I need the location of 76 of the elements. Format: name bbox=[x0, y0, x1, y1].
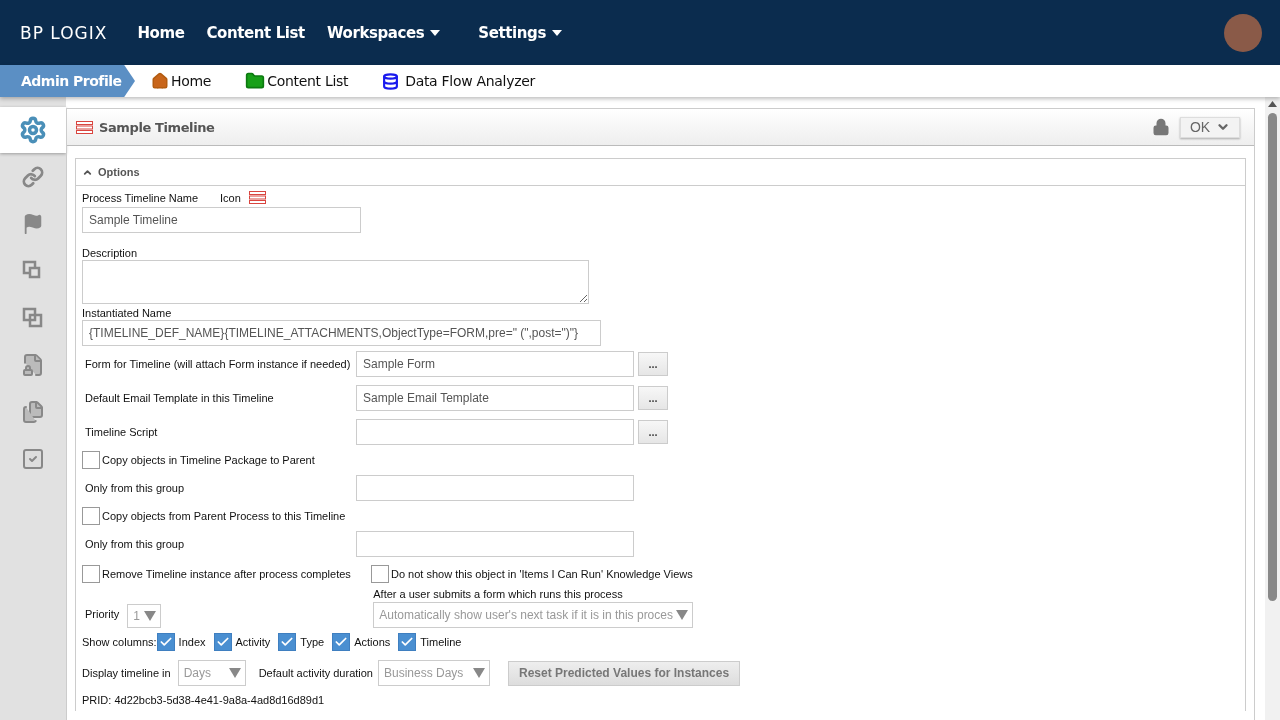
field-label: Process Timeline Name bbox=[82, 191, 200, 204]
settings-icon[interactable] bbox=[19, 116, 47, 144]
checked-document-icon[interactable] bbox=[21, 446, 45, 471]
check-icon bbox=[334, 635, 349, 649]
field-label: Form for Timeline (will attach Form instance if needed) bbox=[84, 358, 352, 370]
documents-icon[interactable] bbox=[21, 399, 45, 424]
prid-text: PRID: 4d22bcb3-5d38-4e41-9a8a-4ad8d16d89d1 bbox=[82, 694, 325, 706]
nav-link[interactable]: Workspaces bbox=[326, 23, 441, 42]
timeline-icon bbox=[248, 191, 266, 204]
field-label: Default Email Template in this Timeline bbox=[84, 392, 275, 404]
description-field[interactable] bbox=[82, 260, 589, 304]
nav-link[interactable]: Content List bbox=[206, 23, 305, 42]
field-label: Default activity duration bbox=[258, 667, 373, 679]
field-label: Description bbox=[82, 247, 138, 259]
check-icon bbox=[158, 635, 173, 649]
home-icon bbox=[151, 72, 169, 90]
checkbox-label[interactable]: Remove Timeline instance after process completes bbox=[82, 565, 371, 583]
checkbox-label[interactable]: Do not show this object in 'Items I Can Run' Knowledge Views bbox=[371, 565, 693, 583]
nav-link[interactable]: Settings bbox=[478, 23, 562, 42]
checkbox[interactable] bbox=[398, 633, 417, 651]
checkbox[interactable] bbox=[371, 565, 389, 583]
breadcrumb-link[interactable]: Home bbox=[151, 72, 212, 90]
checkbox[interactable] bbox=[213, 633, 232, 651]
file-lock-icon[interactable] bbox=[21, 352, 45, 377]
browse-button[interactable]: ... bbox=[638, 352, 668, 376]
checkbox[interactable] bbox=[82, 507, 100, 525]
browse-button[interactable]: ... bbox=[638, 420, 668, 444]
checkbox[interactable] bbox=[278, 633, 297, 651]
browse-button[interactable]: ... bbox=[638, 386, 668, 410]
input-field[interactable]: {TIMELINE_DEF_NAME}{TIMELINE_ATTACHMENTS,ObjectType=FORM,pre=" (",post=")"} bbox=[82, 320, 601, 346]
check-icon bbox=[280, 635, 295, 649]
input-field[interactable]: Sample Timeline bbox=[82, 207, 361, 233]
ok-button[interactable]: OK bbox=[1180, 116, 1240, 138]
database-icon bbox=[382, 72, 400, 90]
input-field[interactable] bbox=[356, 419, 634, 445]
breadcrumb-link[interactable]: Content List bbox=[245, 71, 349, 91]
checkbox[interactable] bbox=[332, 633, 351, 651]
input-field[interactable]: Sample Email Template bbox=[356, 385, 634, 411]
link-icon[interactable] bbox=[22, 165, 44, 188]
checkbox[interactable] bbox=[156, 633, 175, 651]
checkbox-label[interactable]: Copy objects in Timeline Package to Parent bbox=[82, 451, 315, 469]
sidebar-item[interactable] bbox=[0, 107, 66, 153]
flag-icon[interactable] bbox=[22, 212, 44, 235]
field-label: Instantiated Name bbox=[82, 307, 172, 319]
timeline-icon bbox=[76, 120, 93, 134]
field-label: Display timeline in bbox=[82, 667, 171, 679]
input-field[interactable] bbox=[356, 531, 634, 557]
checkbox[interactable] bbox=[82, 565, 100, 583]
input-field[interactable]: Sample Form bbox=[356, 351, 634, 377]
scroll-up-arrow-icon[interactable] bbox=[1268, 101, 1277, 107]
field-label: Only from this group bbox=[84, 482, 186, 494]
checkbox-label[interactable]: Activity bbox=[213, 633, 271, 651]
checkbox-label[interactable]: Type bbox=[278, 633, 325, 651]
field-label: Only from this group bbox=[84, 538, 186, 550]
checkbox[interactable] bbox=[82, 451, 100, 469]
field-label: Show columns: bbox=[82, 636, 157, 648]
folder-icon bbox=[245, 71, 266, 91]
check-icon bbox=[215, 635, 230, 649]
nav-link[interactable]: Home bbox=[137, 23, 185, 42]
checkbox-label[interactable]: Index bbox=[156, 633, 206, 651]
options-header[interactable]: Options bbox=[76, 159, 1245, 186]
logo[interactable]: BP LOGIX bbox=[20, 22, 108, 43]
input-field[interactable] bbox=[356, 475, 634, 501]
panel-title: Sample Timeline bbox=[99, 119, 215, 135]
field-label: Priority bbox=[85, 608, 120, 620]
checkbox-label[interactable]: Actions bbox=[332, 633, 391, 651]
overlapping-squares-icon[interactable] bbox=[22, 306, 44, 329]
avatar[interactable] bbox=[1224, 13, 1262, 52]
field-label: Timeline Script bbox=[84, 426, 159, 438]
check-icon bbox=[400, 635, 415, 649]
field-label: After a user submits a form which runs this process bbox=[373, 588, 624, 600]
checkbox-label[interactable]: Timeline bbox=[398, 633, 462, 651]
checkbox-label[interactable]: Copy objects from Parent Process to this Timeline bbox=[82, 507, 346, 525]
scrollbar[interactable] bbox=[1265, 97, 1280, 720]
field-label: Icon bbox=[220, 191, 241, 204]
breadcrumb-link[interactable]: Data Flow Analyzer bbox=[382, 72, 535, 90]
